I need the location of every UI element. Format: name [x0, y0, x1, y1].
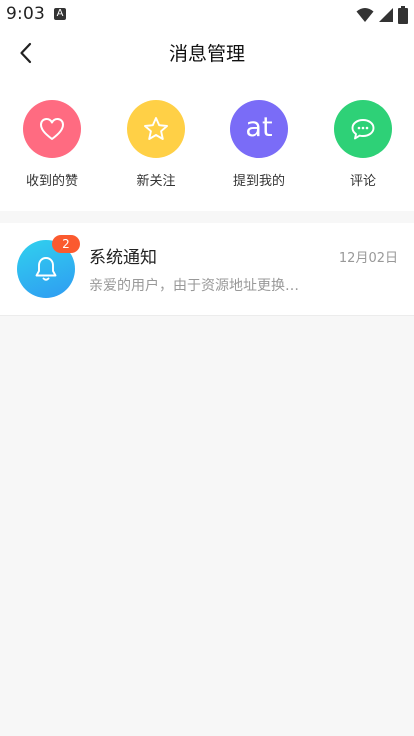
bell-icon [35, 257, 57, 281]
signal-icon [379, 8, 393, 22]
new-followers-button[interactable]: 新关注 [116, 100, 196, 189]
notification-icon: A [54, 8, 66, 20]
page-title: 消息管理 [168, 43, 245, 65]
comments-circle [334, 100, 392, 158]
status-icons [356, 5, 408, 25]
mentions-button[interactable]: at 提到我的 [219, 100, 299, 189]
message-preview: 亲爱的用户，由于资源地址更换… [89, 278, 299, 294]
likes-label: 收到的赞 [25, 174, 78, 189]
header-section: 消息管理 收到的赞 新关注 at 提到我的 评论 [0, 30, 414, 211]
chat-bubble-icon [351, 119, 375, 140]
battery-icon [398, 6, 408, 24]
mentions-circle: at [230, 100, 288, 158]
star-icon [144, 117, 168, 140]
heart-icon [40, 118, 64, 140]
status-bar: 9:03 A [0, 0, 414, 30]
at-icon: at [245, 111, 273, 143]
comments-button[interactable]: 评论 [323, 100, 403, 189]
followers-label: 新关注 [136, 174, 176, 189]
wifi-icon [356, 8, 374, 22]
followers-circle [127, 100, 185, 158]
likes-received-button[interactable]: 收到的赞 [12, 100, 92, 189]
likes-circle [23, 100, 81, 158]
message-management-screen: 9:03 A 消息管理 收到的赞 新关注 at 提到我的 评论 2 系统通知 1… [0, 0, 414, 736]
message-list-item[interactable]: 2 系统通知 12月02日 亲爱的用户，由于资源地址更换… [0, 223, 414, 316]
mentions-label: 提到我的 [232, 174, 285, 189]
quick-actions: 收到的赞 新关注 at 提到我的 评论 [0, 100, 414, 200]
status-time: 9:03 [6, 4, 45, 24]
comments-label: 评论 [349, 174, 376, 189]
unread-count-badge: 2 [52, 235, 80, 253]
message-title: 系统通知 [89, 248, 157, 268]
message-date: 12月02日 [338, 251, 398, 266]
